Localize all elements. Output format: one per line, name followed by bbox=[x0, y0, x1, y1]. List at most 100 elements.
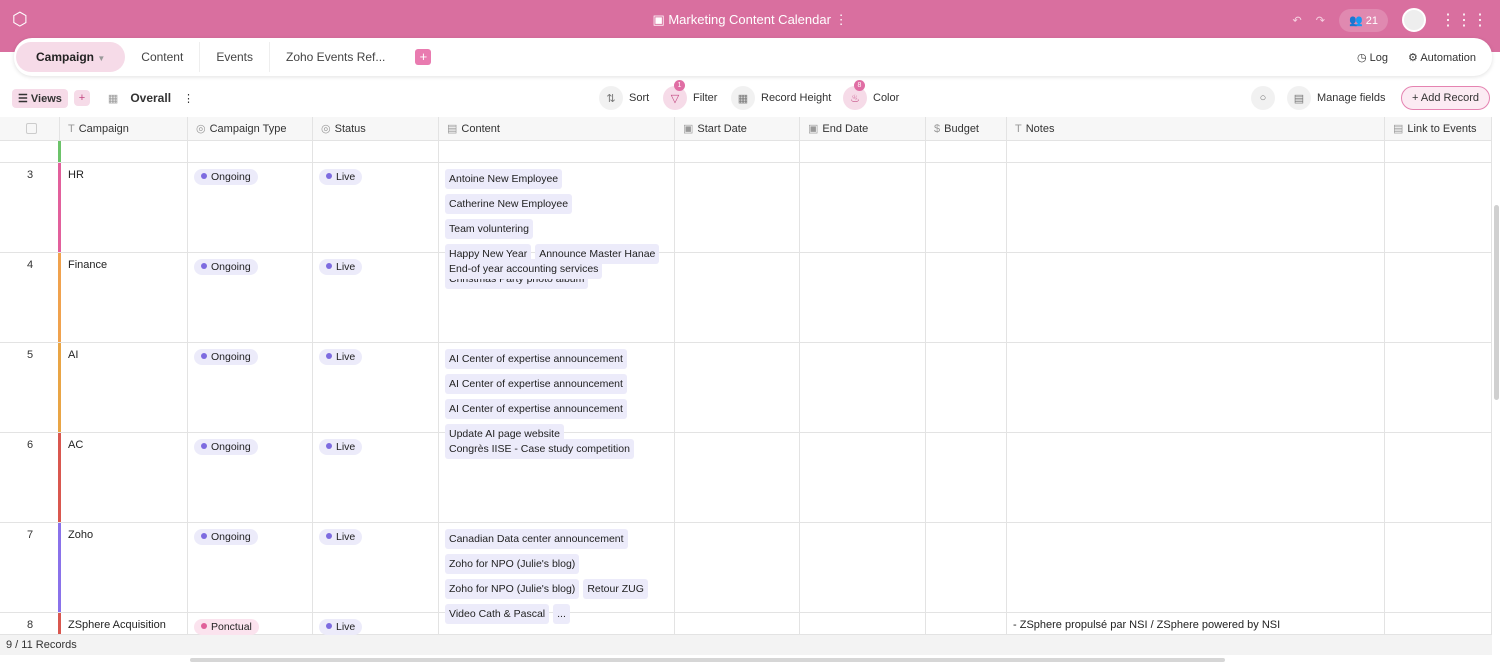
column-header-campaign-type[interactable]: ◎ Campaign Type bbox=[188, 117, 313, 141]
budget-cell[interactable] bbox=[926, 613, 1007, 634]
log-button[interactable]: ◷ Log bbox=[1357, 51, 1388, 64]
notes-cell[interactable] bbox=[1007, 343, 1385, 432]
view-name[interactable]: Overall bbox=[130, 91, 171, 105]
status-cell[interactable]: Live bbox=[313, 253, 439, 342]
redo-icon[interactable]: ↷ bbox=[1316, 14, 1325, 27]
status-cell[interactable] bbox=[313, 141, 439, 162]
notes-cell[interactable] bbox=[1007, 141, 1385, 162]
campaign-cell[interactable]: Zoho bbox=[60, 523, 188, 612]
table-row[interactable]: 7 Zoho Ongoing Live Canadian Data center ann… bbox=[0, 523, 1492, 624]
column-header-campaign[interactable]: T Campaign bbox=[60, 117, 188, 141]
tab-campaign[interactable]: Campaign ▼ bbox=[16, 42, 126, 72]
link-to-events-cell[interactable] bbox=[1385, 163, 1492, 252]
status-cell[interactable]: Live bbox=[313, 163, 439, 252]
add-view-button[interactable]: + bbox=[73, 90, 90, 106]
table-row[interactable]: 6 AC Ongoing Live Congrès IISE - Case study … bbox=[0, 433, 1492, 523]
budget-cell[interactable] bbox=[926, 163, 1007, 252]
view-more-icon[interactable]: ⋮ bbox=[183, 92, 194, 105]
filter-button[interactable]: ▽ 1 Filter bbox=[663, 80, 717, 111]
apps-grid-icon[interactable]: ⋮⋮⋮ bbox=[1440, 10, 1488, 30]
budget-cell[interactable] bbox=[926, 343, 1007, 432]
undo-icon[interactable]: ↶ bbox=[1293, 14, 1302, 27]
app-title[interactable]: Marketing Content Calendar bbox=[668, 12, 831, 27]
content-link-chip[interactable]: AI Center of expertise announcement bbox=[445, 399, 627, 419]
campaign-type-cell[interactable]: Ongoing bbox=[188, 163, 313, 252]
budget-cell[interactable] bbox=[926, 433, 1007, 522]
start-date-cell[interactable] bbox=[675, 343, 800, 432]
status-cell[interactable]: Live bbox=[313, 343, 439, 432]
content-cell[interactable]: Canadian Data center announcement Zoho fo… bbox=[439, 523, 675, 624]
start-date-cell[interactable] bbox=[675, 523, 800, 612]
avatar[interactable] bbox=[1402, 8, 1426, 32]
more-icon[interactable]: ⋮ bbox=[835, 12, 848, 27]
tab-events[interactable]: Events bbox=[200, 42, 270, 72]
start-date-cell[interactable] bbox=[675, 253, 800, 342]
table-row[interactable]: 3 HR Ongoing Live Antoine New Employee Cather… bbox=[0, 163, 1492, 289]
column-header-end-date[interactable]: ▣ End Date bbox=[800, 117, 926, 141]
link-to-events-cell[interactable] bbox=[1385, 433, 1492, 522]
content-link-chip[interactable]: End-of year accounting services bbox=[445, 259, 603, 279]
end-date-cell[interactable] bbox=[800, 163, 926, 252]
notes-cell[interactable] bbox=[1007, 163, 1385, 252]
views-button[interactable]: ☰ Views bbox=[12, 88, 68, 108]
table-row[interactable]: 5 AI Ongoing Live AI Center of expertise ann… bbox=[0, 343, 1492, 444]
table-row[interactable]: 8 ZSphere Acquisition Ponctual Live - ZSpher… bbox=[0, 613, 1492, 635]
color-button[interactable]: ♨ 8 Color bbox=[843, 80, 899, 111]
end-date-cell[interactable] bbox=[800, 343, 926, 432]
content-cell[interactable] bbox=[439, 613, 675, 634]
campaign-cell[interactable]: ZSphere Acquisition bbox=[60, 613, 188, 634]
horizontal-scrollbar[interactable] bbox=[190, 658, 1225, 662]
budget-cell[interactable] bbox=[926, 523, 1007, 612]
notes-cell[interactable]: - ZSphere propulsé par NSI / ZSphere pow… bbox=[1007, 613, 1385, 634]
notes-cell[interactable] bbox=[1007, 523, 1385, 612]
budget-cell[interactable] bbox=[926, 253, 1007, 342]
select-all-checkbox[interactable] bbox=[0, 117, 60, 141]
end-date-cell[interactable] bbox=[800, 613, 926, 634]
end-date-cell[interactable] bbox=[800, 433, 926, 522]
content-link-chip[interactable]: Canadian Data center announcement bbox=[445, 529, 628, 549]
column-header-status[interactable]: ◎ Status bbox=[313, 117, 439, 141]
content-cell[interactable] bbox=[439, 141, 675, 162]
content-cell[interactable]: AI Center of expertise announcement AI Ce… bbox=[439, 343, 675, 444]
add-record-button[interactable]: + Add Record bbox=[1401, 86, 1490, 110]
column-header-start-date[interactable]: ▣ Start Date bbox=[675, 117, 800, 141]
record-height-button[interactable]: ▦ Record Height bbox=[731, 85, 831, 111]
content-link-chip[interactable]: Congrès IISE - Case study competition bbox=[445, 439, 634, 459]
content-link-chip[interactable]: Retour ZUG bbox=[583, 579, 648, 599]
users-button[interactable]: 👥 21 bbox=[1338, 8, 1388, 32]
table-row[interactable]: 4 Finance Ongoing Live End-of year accountin… bbox=[0, 253, 1492, 343]
column-header-budget[interactable]: $ Budget bbox=[926, 117, 1007, 141]
content-cell[interactable]: Congrès IISE - Case study competition bbox=[439, 433, 675, 522]
content-link-chip[interactable]: Zoho for NPO (Julie's blog) bbox=[445, 579, 580, 599]
content-link-chip[interactable]: AI Center of expertise announcement bbox=[445, 374, 627, 394]
start-date-cell[interactable] bbox=[675, 433, 800, 522]
campaign-type-cell[interactable]: Ongoing bbox=[188, 253, 313, 342]
column-header-content[interactable]: ▤ Content bbox=[439, 117, 675, 141]
campaign-type-cell[interactable]: Ongoing bbox=[188, 433, 313, 522]
campaign-cell[interactable]: AI bbox=[60, 343, 188, 432]
end-date-cell[interactable] bbox=[800, 523, 926, 612]
vertical-scrollbar[interactable] bbox=[1494, 205, 1499, 400]
column-header-notes[interactable]: T Notes bbox=[1007, 117, 1385, 141]
notes-cell[interactable] bbox=[1007, 433, 1385, 522]
campaign-cell[interactable]: Finance bbox=[60, 253, 188, 342]
content-link-chip[interactable]: Antoine New Employee bbox=[445, 169, 563, 189]
budget-cell[interactable] bbox=[926, 141, 1007, 162]
manage-fields-button[interactable]: ▤ Manage fields bbox=[1287, 85, 1386, 111]
link-to-events-cell[interactable] bbox=[1385, 141, 1492, 162]
link-to-events-cell[interactable] bbox=[1385, 253, 1492, 342]
content-cell[interactable]: End-of year accounting services bbox=[439, 253, 675, 342]
content-link-chip[interactable]: Zoho for NPO (Julie's blog) bbox=[445, 554, 580, 574]
content-link-chip[interactable]: Team voluntering bbox=[445, 219, 533, 239]
campaign-type-cell[interactable]: Ongoing bbox=[188, 343, 313, 432]
campaign-type-cell[interactable]: Ongoing bbox=[188, 523, 313, 612]
tab-zoho-events-ref[interactable]: Zoho Events Ref... bbox=[270, 42, 401, 72]
campaign-cell[interactable]: HR bbox=[60, 163, 188, 252]
tab-content[interactable]: Content bbox=[125, 42, 201, 72]
start-date-cell[interactable] bbox=[675, 613, 800, 634]
column-header-link-to-events[interactable]: ▤ Link to Events bbox=[1385, 117, 1492, 141]
status-cell[interactable]: Live bbox=[313, 613, 439, 635]
notes-cell[interactable] bbox=[1007, 253, 1385, 342]
link-to-events-cell[interactable] bbox=[1385, 613, 1492, 634]
content-link-chip[interactable]: Catherine New Employee bbox=[445, 194, 573, 214]
